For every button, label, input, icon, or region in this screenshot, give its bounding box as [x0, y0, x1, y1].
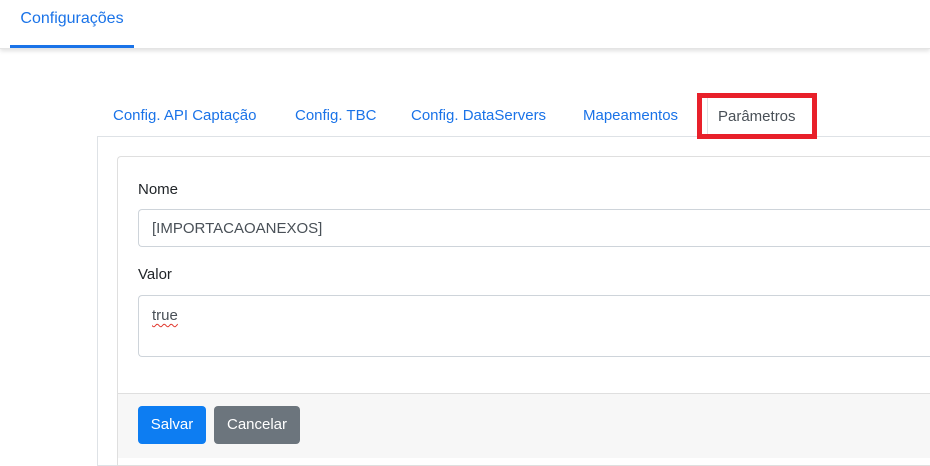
tab-config-api-captacao[interactable]: Config. API Captação [113, 94, 256, 136]
valor-textarea[interactable]: true [138, 295, 930, 357]
nome-input[interactable]: [IMPORTACAOANEXOS] [138, 209, 930, 247]
tab-mapeamentos[interactable]: Mapeamentos [583, 94, 678, 136]
cancel-button[interactable]: Cancelar [214, 406, 300, 444]
valor-label: Valor [138, 266, 172, 283]
tab-parametros[interactable]: Parâmetros [707, 94, 813, 136]
tab-config-tbc[interactable]: Config. TBC [295, 94, 376, 136]
settings-tabs: Config. API Captação Config. TBC Config.… [97, 94, 930, 136]
tab-configuracoes[interactable]: Configurações [10, 0, 134, 48]
nome-label: Nome [138, 181, 179, 198]
tab-config-dataservers[interactable]: Config. DataServers [411, 94, 546, 136]
valor-text: true [152, 307, 178, 324]
save-button[interactable]: Salvar [138, 406, 206, 444]
top-navbar: Configurações [0, 0, 930, 49]
